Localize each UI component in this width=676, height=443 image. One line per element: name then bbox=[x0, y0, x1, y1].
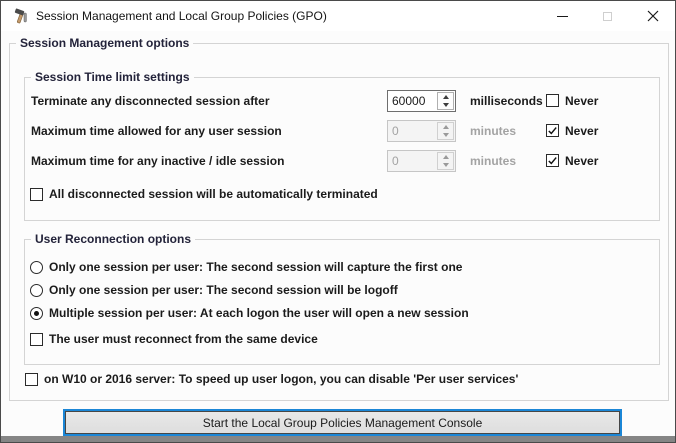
auto-terminate-checkbox[interactable] bbox=[30, 188, 43, 201]
spin-down-button bbox=[438, 131, 453, 139]
terminate-after-input[interactable] bbox=[388, 91, 436, 111]
window-title: Session Management and Local Group Polic… bbox=[36, 9, 327, 23]
spin-up-button[interactable] bbox=[438, 93, 453, 101]
titlebar: Session Management and Local Group Polic… bbox=[1, 1, 675, 31]
row-label: Maximum time for any inactive / idle ses… bbox=[31, 154, 285, 168]
never-label: Never bbox=[565, 94, 599, 108]
unit-label: milliseconds bbox=[470, 94, 543, 108]
spinner-buttons bbox=[437, 92, 454, 110]
close-icon bbox=[647, 10, 658, 22]
window-bottom-edge bbox=[1, 436, 675, 442]
spinner-buttons bbox=[437, 122, 454, 140]
radio-label: Only one session per user: The second se… bbox=[49, 260, 463, 274]
spinner-buttons bbox=[437, 152, 454, 170]
per-user-services-checkbox[interactable] bbox=[25, 373, 38, 386]
time-limit-row-idle-session: Maximum time for any inactive / idle ses… bbox=[25, 150, 659, 172]
minimize-button[interactable] bbox=[540, 1, 585, 31]
row-label: Terminate any disconnected session after bbox=[31, 94, 270, 108]
same-device-checkbox[interactable] bbox=[30, 333, 43, 346]
session-management-options-group: Session Management options Session Time … bbox=[9, 36, 669, 401]
arrow-down-icon bbox=[442, 103, 449, 107]
max-user-session-spinner bbox=[387, 120, 456, 142]
group-title: User Reconnection options bbox=[31, 232, 196, 247]
spin-up-button bbox=[438, 153, 453, 161]
maximize-button bbox=[585, 1, 630, 31]
never-checkbox[interactable] bbox=[546, 154, 559, 167]
row-label: Maximum time allowed for any user sessio… bbox=[31, 124, 282, 138]
group-title: Session Time limit settings bbox=[31, 70, 194, 85]
radio-logoff-second-session[interactable] bbox=[30, 284, 43, 297]
time-limit-row-user-session: Maximum time allowed for any user sessio… bbox=[25, 120, 659, 142]
radio-label: Only one session per user: The second se… bbox=[49, 283, 398, 297]
never-checkbox[interactable] bbox=[546, 94, 559, 107]
group-title: Session Management options bbox=[16, 36, 194, 51]
radio-label: Multiple session per user: At each logon… bbox=[49, 306, 469, 320]
time-limit-row-disconnected: Terminate any disconnected session after… bbox=[25, 90, 659, 112]
radio-capture-first-session[interactable] bbox=[30, 261, 43, 274]
terminate-after-spinner bbox=[387, 90, 456, 112]
close-button[interactable] bbox=[630, 1, 675, 31]
checkmark-icon bbox=[548, 127, 557, 135]
radio-dot bbox=[34, 311, 39, 316]
max-idle-session-input bbox=[388, 151, 436, 171]
per-user-services-label: on W10 or 2016 server: To speed up user … bbox=[44, 372, 519, 386]
radio-multiple-sessions[interactable] bbox=[30, 307, 43, 320]
unit-label: minutes bbox=[470, 154, 517, 168]
maximize-icon bbox=[603, 11, 612, 21]
arrow-down-icon bbox=[442, 163, 449, 167]
minimize-icon bbox=[557, 15, 568, 17]
never-label: Never bbox=[565, 154, 599, 168]
never-label: Never bbox=[565, 124, 599, 138]
arrow-up-icon bbox=[442, 125, 449, 129]
max-idle-session-spinner bbox=[387, 150, 456, 172]
checkmark-icon bbox=[548, 157, 557, 165]
unit-label: minutes bbox=[470, 124, 517, 138]
same-device-label: The user must reconnect from the same de… bbox=[49, 332, 318, 346]
user-reconnection-group: User Reconnection options Only one sessi… bbox=[24, 232, 660, 365]
never-checkbox[interactable] bbox=[546, 124, 559, 137]
session-time-limit-group: Session Time limit settings Terminate an… bbox=[24, 70, 660, 221]
arrow-up-icon bbox=[442, 95, 449, 99]
start-gpo-console-button[interactable]: Start the Local Group Policies Managemen… bbox=[65, 411, 620, 434]
arrow-up-icon bbox=[442, 155, 449, 159]
spin-up-button bbox=[438, 123, 453, 131]
max-user-session-input bbox=[388, 121, 436, 141]
hammer-tools-icon bbox=[14, 8, 27, 24]
spin-down-button[interactable] bbox=[438, 101, 453, 109]
arrow-down-icon bbox=[442, 133, 449, 137]
auto-terminate-label: All disconnected session will be automat… bbox=[49, 187, 378, 201]
session-management-window: Session Management and Local Group Polic… bbox=[0, 0, 676, 443]
spin-down-button bbox=[438, 161, 453, 169]
